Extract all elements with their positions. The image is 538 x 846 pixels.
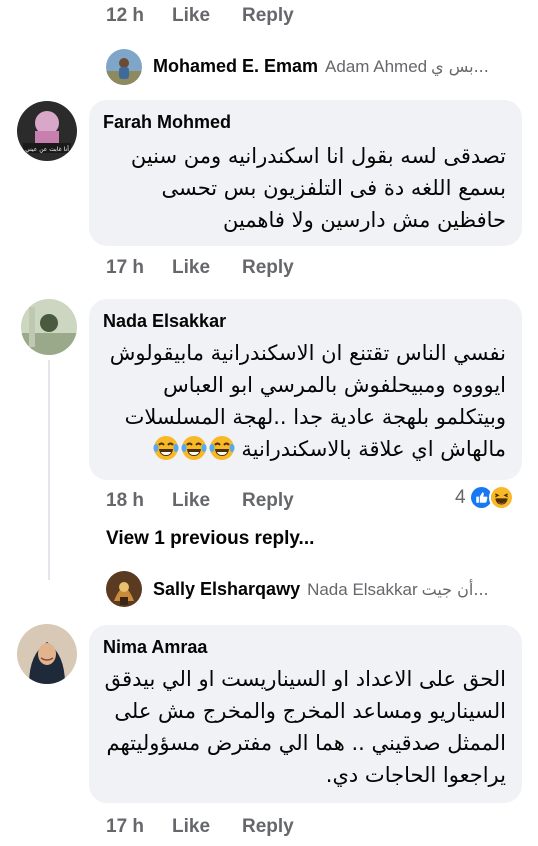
- comment-author-name[interactable]: Nada Elsakkar: [103, 311, 226, 332]
- reply-author-name[interactable]: Sally Elsharqawy: [153, 579, 300, 600]
- comment-author-name[interactable]: Nima Amraa: [103, 637, 207, 658]
- avatar[interactable]: [17, 624, 77, 684]
- comment-line-with-emoji: مالهاش اي علاقة بالاسكندرانية: [96, 433, 506, 465]
- comment-line: حافظين مش دارسين ولا فاهمين: [222, 208, 506, 232]
- reply-button[interactable]: Reply: [242, 490, 294, 512]
- like-button[interactable]: Like: [172, 490, 242, 512]
- like-button[interactable]: Like: [172, 257, 242, 279]
- timestamp[interactable]: 18 h: [106, 490, 172, 512]
- reply-author-name[interactable]: Mohamed E. Emam: [153, 56, 318, 77]
- comment-bubble: Farah Mohmed تصدقى لسه بقول انا اسكندران…: [89, 100, 522, 246]
- reply-target-name[interactable]: Adam Ahmed: [325, 57, 427, 77]
- svg-text:أنا غابت عن عيني: أنا غابت عن عيني: [25, 145, 69, 153]
- comment-line: مالهاش اي علاقة بالاسكندرانية: [241, 437, 506, 461]
- comment-line: نفسي الناس تقتنع ان الاسكندرانية مابيقول…: [109, 341, 506, 365]
- comment-line: يراجعوا الحاجات دي.: [325, 763, 506, 787]
- reaction-count[interactable]: 4: [455, 487, 466, 509]
- comment-line: ايوووه ومبيحلفوش بالمرسي ابو العباس: [163, 373, 506, 397]
- reply-button[interactable]: Reply: [242, 5, 294, 27]
- comment-author-name[interactable]: Farah Mohmed: [103, 112, 231, 133]
- comment-actions: 17 h Like Reply: [106, 816, 294, 838]
- laughing-tears-emoji: [209, 435, 235, 461]
- comment-line: وبيتكلمو بلهجة عادية جدا ..لهجة المسلسلا…: [124, 405, 506, 429]
- reply-target-name[interactable]: Nada Elsakkar: [307, 580, 418, 600]
- avatar[interactable]: [21, 299, 77, 355]
- comment-line: السيناريو ومساعد المخرج والمخرج مش على: [114, 699, 506, 723]
- collapsed-reply[interactable]: Sally Elsharqawy Nada Elsakkar أن جيت...: [153, 579, 489, 600]
- like-button[interactable]: Like: [172, 816, 242, 838]
- reply-snippet: أن جيت...: [421, 580, 489, 599]
- haha-reaction-icon: [488, 485, 514, 510]
- comment-text: نفسي الناس تقتنع ان الاسكندرانية مابيقول…: [96, 337, 506, 465]
- comment-text: الحق على الاعداد او السيناريست او الي بي…: [96, 663, 506, 791]
- like-button[interactable]: Like: [172, 5, 242, 27]
- comment-line: بسمع اللغه دة فى التلفزيون بس تحسى: [161, 176, 506, 200]
- avatar[interactable]: أنا غابت عن عيني: [17, 101, 77, 161]
- view-previous-replies-link[interactable]: View 1 previous reply...: [106, 528, 314, 550]
- comment-bubble: Nima Amraa الحق على الاعداد او السيناريس…: [89, 625, 522, 803]
- collapsed-reply[interactable]: Mohamed E. Emam Adam Ahmed بس ي...: [153, 56, 489, 77]
- comment-actions-top: 12 h Like Reply: [106, 5, 294, 27]
- avatar[interactable]: [106, 49, 142, 85]
- reply-button[interactable]: Reply: [242, 257, 294, 279]
- comment-bubble: Nada Elsakkar نفسي الناس تقتنع ان الاسكن…: [89, 299, 522, 480]
- timestamp[interactable]: 12 h: [106, 5, 172, 27]
- comment-line: الممثل صدقيني .. هما الي مفترض مسؤوليتهم: [106, 731, 506, 755]
- comment-line: الحق على الاعداد او السيناريست او الي بي…: [104, 667, 506, 691]
- comment-line: تصدقى لسه بقول انا اسكندرانيه ومن سنين: [130, 144, 506, 168]
- timestamp[interactable]: 17 h: [106, 816, 172, 838]
- comment-actions: 17 h Like Reply: [106, 257, 294, 279]
- laughing-tears-emoji: [153, 435, 179, 461]
- comment-actions: 18 h Like Reply: [106, 490, 294, 512]
- reply-snippet: بس ي...: [431, 57, 489, 76]
- reply-button[interactable]: Reply: [242, 816, 294, 838]
- reaction-summary[interactable]: 4: [455, 485, 514, 510]
- laughing-tears-emoji: [181, 435, 207, 461]
- comment-text: تصدقى لسه بقول انا اسكندرانيه ومن سنين ب…: [96, 140, 506, 236]
- timestamp[interactable]: 17 h: [106, 257, 172, 279]
- avatar[interactable]: [106, 571, 142, 607]
- thread-line: [48, 360, 50, 580]
